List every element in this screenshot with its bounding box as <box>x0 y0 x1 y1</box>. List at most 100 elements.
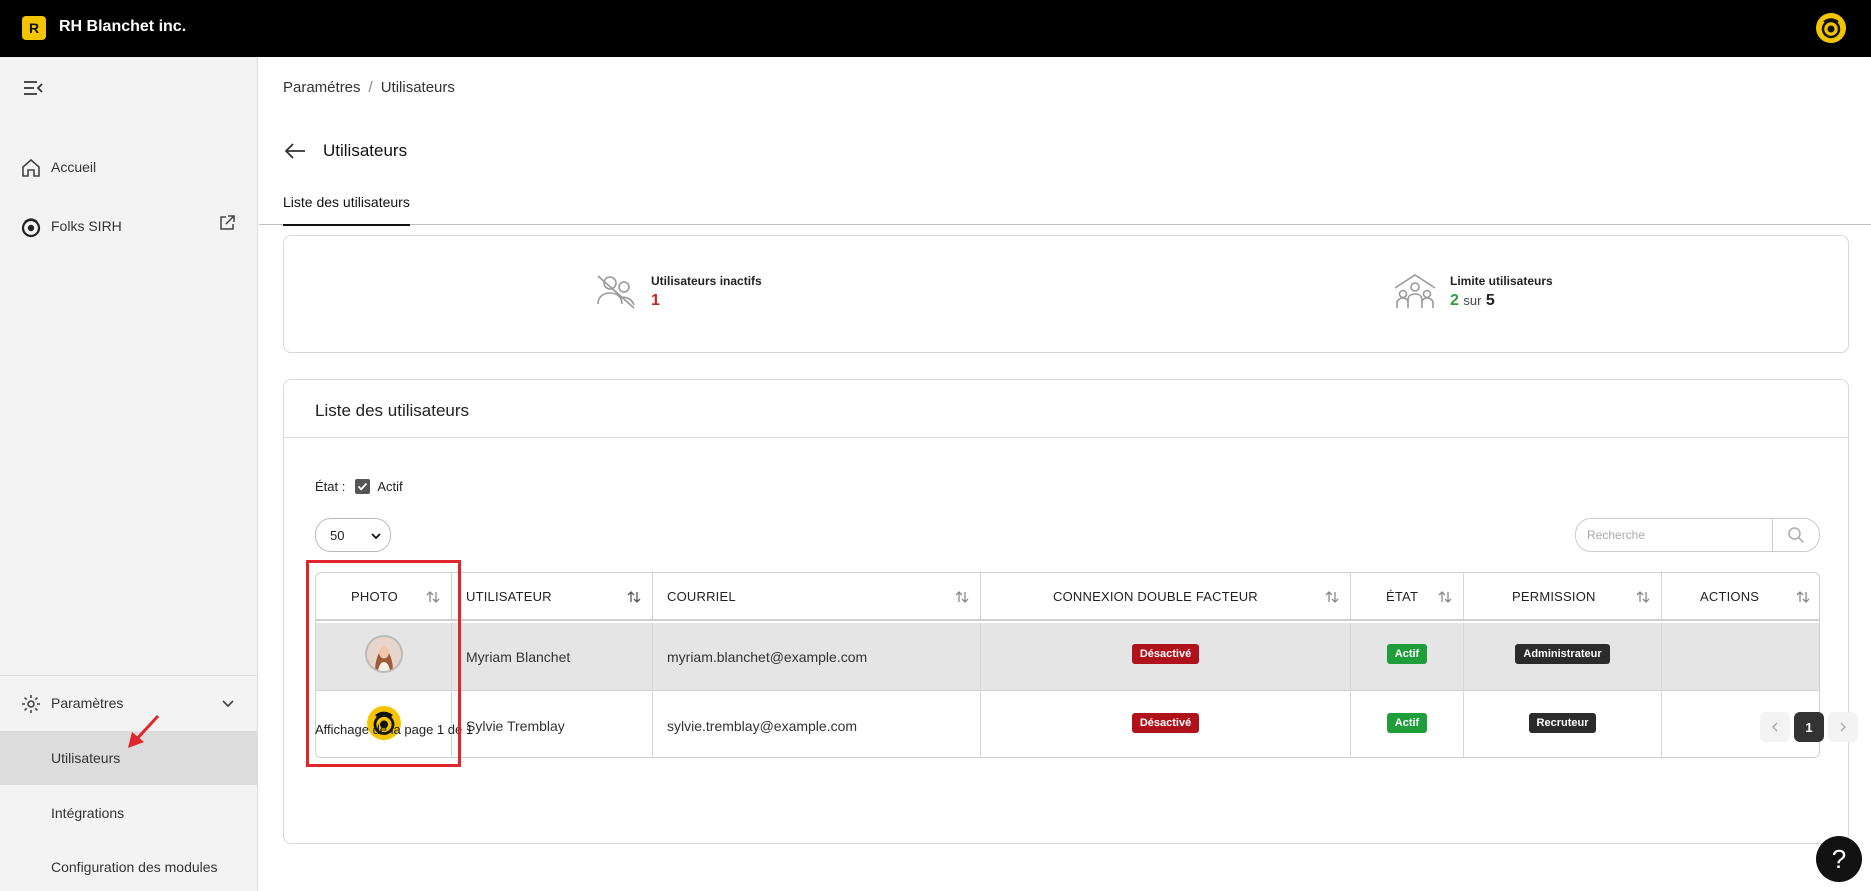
sort-icon <box>426 591 440 603</box>
sort-icon <box>627 591 641 603</box>
breadcrumb: Paramétres / Utilisateurs <box>283 79 455 96</box>
actif-checkbox[interactable] <box>355 479 371 494</box>
chevron-down-icon <box>371 533 381 540</box>
user-name-cell: Myriam Blanchet <box>452 623 653 690</box>
filter-option-label: Actif <box>377 479 403 494</box>
sidebar-item-label: Intégrations <box>51 805 125 821</box>
help-button[interactable]: ? <box>1816 836 1862 882</box>
sort-icon <box>955 591 969 603</box>
breadcrumb-current: Utilisateurs <box>380 79 455 96</box>
search-box <box>1575 518 1820 552</box>
sidebar-item-label: Folks SIRH <box>51 218 122 234</box>
filter-label: État : <box>315 479 346 494</box>
email-cell: myriam.blanchet@example.com <box>653 623 981 690</box>
list-title: Liste des utilisateurs <box>315 401 470 420</box>
sidebar-item-label: Utilisateurs <box>51 750 121 766</box>
page-size-value: 50 <box>330 527 345 543</box>
gear-icon <box>22 695 40 713</box>
top-bar: R RH Blanchet inc. <box>0 0 1871 57</box>
stat-max: 5 <box>1485 292 1495 309</box>
chevron-down-icon <box>222 700 234 708</box>
stat-title: Utilisateurs inactifs <box>651 274 762 288</box>
column-header-photo[interactable]: PHOTO <box>316 573 452 619</box>
table-header-row: PHOTO UTILISATEUR COURRIEL CONNEXION DOU… <box>316 573 1819 621</box>
table-row[interactable]: Myriam Blanchet myriam.blanchet@example.… <box>316 623 1819 691</box>
column-label: PERMISSION <box>1512 588 1596 604</box>
page-size-select[interactable]: 50 <box>315 518 391 552</box>
sidebar-item-label: Accueil <box>51 159 97 175</box>
stat-value: 1 <box>651 292 660 309</box>
column-label: UTILISATEUR <box>466 588 552 604</box>
sidebar-divider <box>0 675 258 676</box>
chevron-right-icon <box>1840 722 1846 732</box>
sort-icon <box>1438 591 1452 603</box>
next-page-button[interactable] <box>1828 712 1858 742</box>
state-filter: État : Actif <box>315 479 403 494</box>
sort-icon <box>1636 591 1650 603</box>
tab-liste-utilisateurs[interactable]: Liste des utilisateurs <box>283 191 410 226</box>
column-label: ACTIONS <box>1700 588 1760 604</box>
sidebar-item-configuration-modules[interactable]: Configuration des modules <box>0 840 258 891</box>
sort-icon <box>1325 591 1339 603</box>
page-button[interactable]: 1 <box>1794 712 1824 742</box>
permission-cell: Recruteur <box>1464 692 1662 757</box>
column-label: ÉTAT <box>1386 588 1419 604</box>
stat-used: 2 <box>1450 292 1459 309</box>
permission-badge: Administrateur <box>1515 643 1610 664</box>
column-label: COURRIEL <box>667 588 736 604</box>
actions-cell <box>1662 623 1819 690</box>
previous-page-button[interactable] <box>1760 712 1790 742</box>
column-header-utilisateur[interactable]: UTILISATEUR <box>452 573 653 619</box>
sidebar-item-accueil[interactable]: Accueil <box>0 143 258 191</box>
two-factor-cell: Désactivé <box>981 692 1351 757</box>
search-icon <box>1788 527 1805 544</box>
column-header-permission[interactable]: PERMISSION <box>1464 573 1662 619</box>
check-icon <box>358 482 368 491</box>
main-content: Paramétres / Utilisateurs Utilisateurs L… <box>259 57 1871 891</box>
column-header-etat[interactable]: ÉTAT <box>1351 573 1464 619</box>
stat-title: Limite utilisateurs <box>1450 274 1553 288</box>
sidebar-item-label: Paramètres <box>51 695 124 711</box>
search-button[interactable] <box>1772 519 1819 551</box>
sort-icon <box>1796 591 1810 603</box>
page-title: Utilisateurs <box>323 141 408 160</box>
title-row: Utilisateurs <box>283 141 407 161</box>
inactive-users-icon <box>597 275 635 309</box>
two-factor-badge: Désactivé <box>1131 643 1200 664</box>
user-name-cell: Sylvie Tremblay <box>452 692 653 757</box>
column-label: CONNEXION DOUBLE FACTEUR <box>1053 588 1258 604</box>
users-list-card: Liste des utilisateurs État : Actif 50 R… <box>283 379 1858 844</box>
column-header-double-facteur[interactable]: CONNEXION DOUBLE FACTEUR <box>981 573 1351 619</box>
avatar <box>364 634 403 673</box>
stat-value: 2 sur 5 <box>1450 292 1495 310</box>
permission-badge: Recruteur <box>1528 712 1597 733</box>
users-table: PHOTO UTILISATEUR COURRIEL CONNEXION DOU… <box>315 572 1820 758</box>
sidebar-item-parametres[interactable]: Paramètres <box>0 679 258 727</box>
sidebar-item-utilisateurs[interactable]: Utilisateurs <box>0 731 258 785</box>
column-label: PHOTO <box>351 588 398 604</box>
folks-logo-icon <box>21 218 41 238</box>
search-input[interactable] <box>1576 519 1772 551</box>
sidebar-item-integrations[interactable]: Intégrations <box>0 786 258 840</box>
permission-cell: Administrateur <box>1464 623 1662 690</box>
stat-word: sur <box>1463 293 1482 308</box>
photo-cell <box>316 623 452 690</box>
app-name[interactable]: RH Blanchet inc. <box>59 18 186 36</box>
breadcrumb-parametres[interactable]: Paramétres <box>283 79 361 96</box>
external-link-icon <box>220 215 235 230</box>
sidebar-item-folks-sirh[interactable]: Folks SIRH <box>0 202 258 250</box>
column-header-courriel[interactable]: COURRIEL <box>653 573 981 619</box>
column-header-actions[interactable]: ACTIONS <box>1662 573 1819 619</box>
home-icon <box>22 158 40 177</box>
tab-bar: Liste des utilisateurs <box>259 187 1871 226</box>
chevron-left-icon <box>1772 722 1778 732</box>
collapse-sidebar-icon[interactable] <box>22 79 44 97</box>
user-avatar-icon[interactable] <box>1815 12 1847 44</box>
state-badge: Actif <box>1386 643 1428 664</box>
breadcrumb-separator: / <box>368 79 373 96</box>
stats-card: Utilisateurs inactifs 1 Limite utilisate… <box>283 235 1849 353</box>
table-row[interactable]: Sylvie Tremblay sylvie.tremblay@example.… <box>316 692 1819 757</box>
back-arrow-icon[interactable] <box>283 141 307 161</box>
user-photo-icon <box>366 636 401 671</box>
user-limit-icon <box>1394 274 1436 308</box>
